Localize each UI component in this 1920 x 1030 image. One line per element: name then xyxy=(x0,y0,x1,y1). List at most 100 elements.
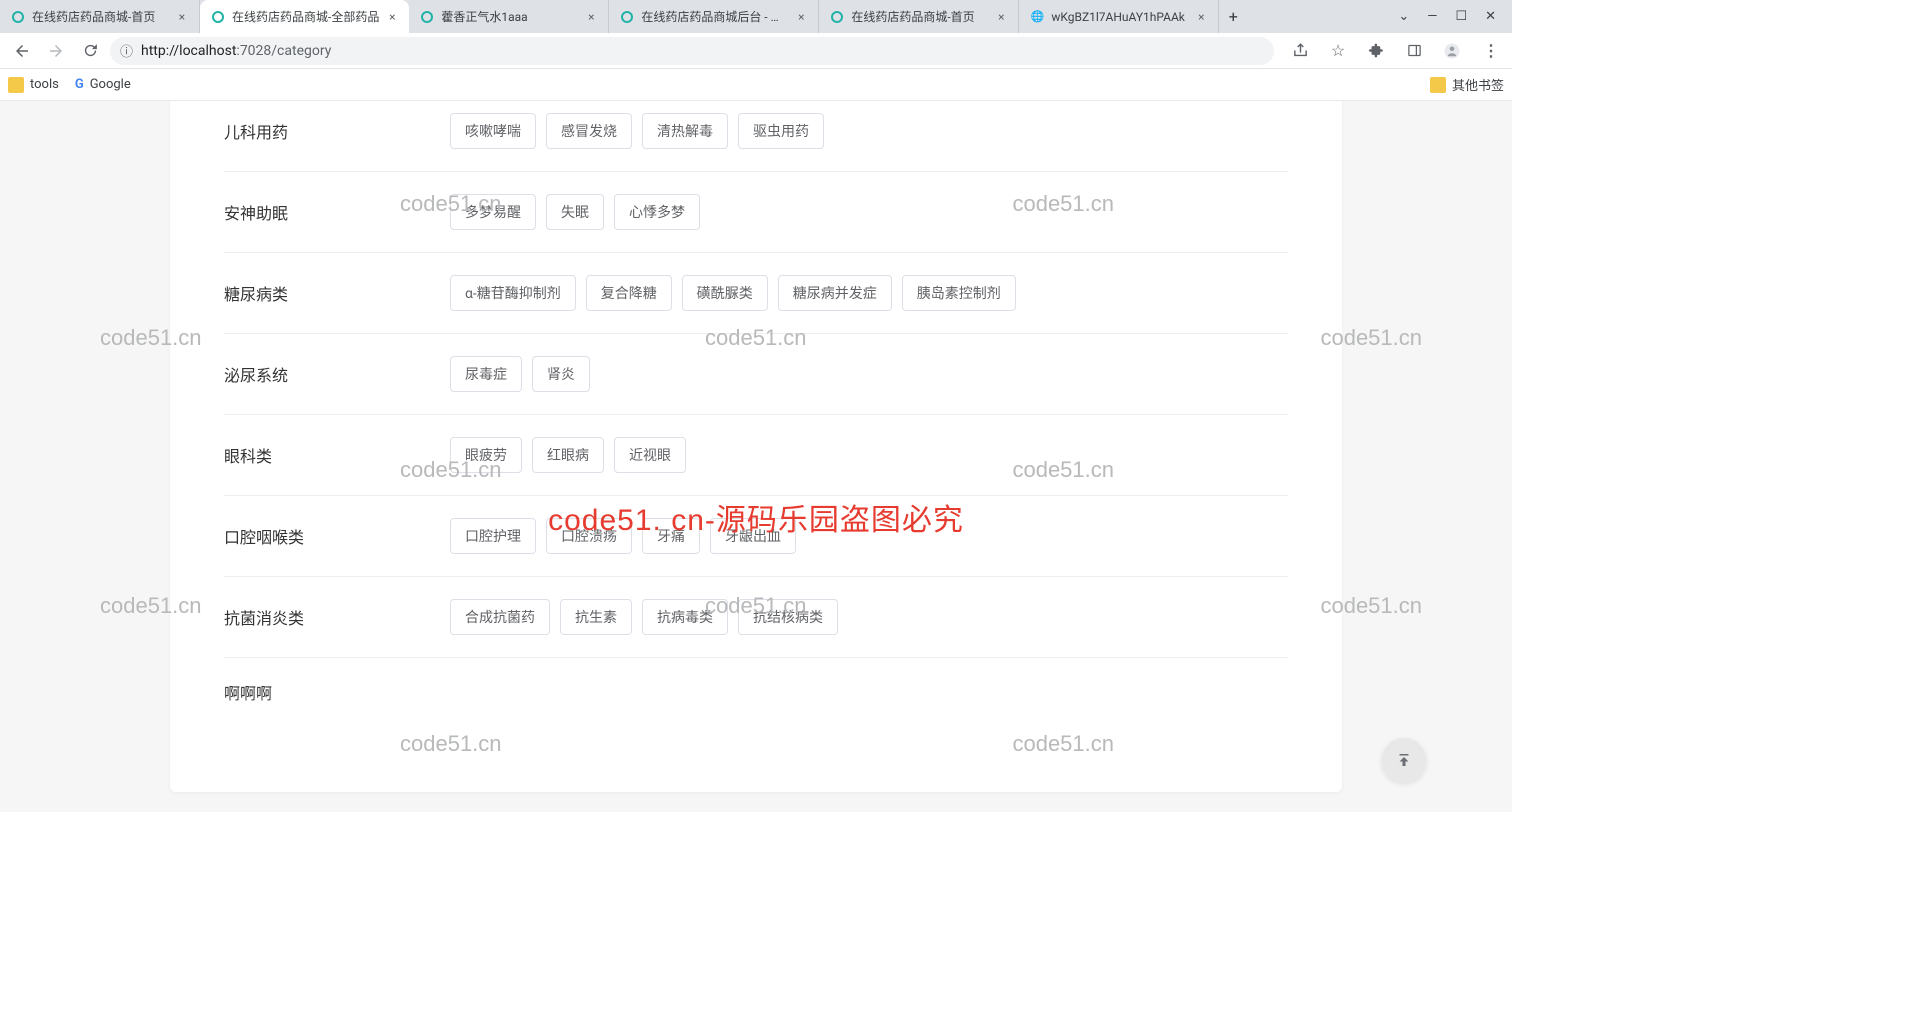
category-row: 眼科类 眼疲劳 红眼病 近视眼 xyxy=(224,415,1288,496)
bookmark-tools[interactable]: tools xyxy=(8,77,59,93)
category-label: 眼科类 xyxy=(224,443,450,467)
bookmark-google[interactable]: G Google xyxy=(75,77,131,92)
favicon-teal xyxy=(619,9,635,25)
category-label: 口腔咽喉类 xyxy=(224,524,450,548)
tab-1[interactable]: 在线药店药品商城-全部药品 × xyxy=(200,0,409,33)
back-to-top-button[interactable] xyxy=(1382,738,1426,782)
chip-group: 多梦易醒 失眠 心悸多梦 xyxy=(450,194,700,230)
close-icon[interactable]: × xyxy=(385,10,399,24)
category-chip[interactable]: 清热解毒 xyxy=(642,113,728,149)
tabs-row: 在线药店药品商城-首页 × 在线药店药品商城-全部药品 × 藿香正气水1aaa … xyxy=(0,0,1390,33)
tab-5[interactable]: 🌐 wKgBZ1l7AHuAY1hPAAk × xyxy=(1019,0,1219,33)
category-chip[interactable]: 红眼病 xyxy=(532,437,604,473)
tab-bar: 在线药店药品商城-首页 × 在线药店药品商城-全部药品 × 藿香正气水1aaa … xyxy=(0,0,1512,33)
category-chip[interactable]: 尿毒症 xyxy=(450,356,522,392)
page-viewport: 儿科用药 咳嗽哮喘 感冒发烧 清热解毒 驱虫用药 安神助眠 多梦易醒 失眠 心悸… xyxy=(0,101,1512,812)
category-chip[interactable]: 抗结核病类 xyxy=(738,599,838,635)
category-chip[interactable]: 糖尿病并发症 xyxy=(778,275,892,311)
category-card: 儿科用药 咳嗽哮喘 感冒发烧 清热解毒 驱虫用药 安神助眠 多梦易醒 失眠 心悸… xyxy=(170,101,1342,792)
profile-icon[interactable] xyxy=(1438,37,1466,65)
share-icon[interactable] xyxy=(1286,37,1314,65)
category-chip[interactable]: 牙龈出血 xyxy=(710,518,796,554)
bookmark-label: Google xyxy=(90,77,131,92)
minimize-button[interactable]: ― xyxy=(1427,9,1437,24)
category-label: 安神助眠 xyxy=(224,200,450,224)
category-chip[interactable]: 磺酰脲类 xyxy=(682,275,768,311)
category-chip[interactable]: α-糖苷酶抑制剂 xyxy=(450,275,576,311)
close-icon[interactable]: × xyxy=(794,10,808,24)
category-row: 抗菌消炎类 合成抗菌药 抗生素 抗病毒类 抗结核病类 xyxy=(224,577,1288,658)
chip-group: 口腔护理 口腔溃疡 牙痛 牙龈出血 xyxy=(450,518,796,554)
category-chip[interactable]: 口腔护理 xyxy=(450,518,536,554)
category-chip[interactable]: 多梦易醒 xyxy=(450,194,536,230)
star-icon[interactable]: ☆ xyxy=(1324,37,1352,65)
kebab-menu-icon[interactable]: ⋮ xyxy=(1476,37,1504,65)
category-chip[interactable]: 合成抗菌药 xyxy=(450,599,550,635)
category-chip[interactable]: 抗病毒类 xyxy=(642,599,728,635)
category-label: 啊啊啊 xyxy=(224,680,450,704)
chip-group: 咳嗽哮喘 感冒发烧 清热解毒 驱虫用药 xyxy=(450,113,824,149)
arrow-up-icon xyxy=(1395,751,1413,769)
category-row: 安神助眠 多梦易醒 失眠 心悸多梦 xyxy=(224,172,1288,253)
new-tab-button[interactable]: + xyxy=(1219,0,1247,33)
chip-group: 眼疲劳 红眼病 近视眼 xyxy=(450,437,686,473)
tab-title: 在线药店药品商城后台 - 药品 xyxy=(641,8,788,25)
tab-title: 在线药店药品商城-全部药品 xyxy=(232,8,379,25)
bookmark-other[interactable]: 其他书签 xyxy=(1430,75,1504,94)
chevron-down-icon[interactable]: ⌄ xyxy=(1398,9,1409,24)
category-chip[interactable]: 胰岛素控制剂 xyxy=(902,275,1016,311)
extensions-icon[interactable] xyxy=(1362,37,1390,65)
tab-0[interactable]: 在线药店药品商城-首页 × xyxy=(0,0,200,33)
folder-icon xyxy=(8,77,24,93)
category-chip[interactable]: 眼疲劳 xyxy=(450,437,522,473)
favicon-teal xyxy=(829,9,845,25)
category-chip[interactable]: 近视眼 xyxy=(614,437,686,473)
category-label: 泌尿系统 xyxy=(224,362,450,386)
omnibox[interactable]: ⓘ http://localhost:7028/category xyxy=(110,37,1274,65)
category-row: 啊啊啊 xyxy=(224,658,1288,726)
category-chip[interactable]: 复合降糖 xyxy=(586,275,672,311)
chip-group: 合成抗菌药 抗生素 抗病毒类 抗结核病类 xyxy=(450,599,838,635)
category-chip[interactable]: 牙痛 xyxy=(642,518,700,554)
category-row: 糖尿病类 α-糖苷酶抑制剂 复合降糖 磺酰脲类 糖尿病并发症 胰岛素控制剂 xyxy=(224,253,1288,334)
tab-2[interactable]: 藿香正气水1aaa × xyxy=(409,0,609,33)
category-chip[interactable]: 感冒发烧 xyxy=(546,113,632,149)
tab-4[interactable]: 在线药店药品商城-首页 × xyxy=(819,0,1019,33)
category-label: 儿科用药 xyxy=(224,119,450,143)
category-chip[interactable]: 驱虫用药 xyxy=(738,113,824,149)
maximize-button[interactable]: ☐ xyxy=(1455,9,1467,24)
bookmark-label: tools xyxy=(30,77,59,92)
category-chip[interactable]: 咳嗽哮喘 xyxy=(450,113,536,149)
close-icon[interactable]: × xyxy=(584,10,598,24)
tab-title: 藿香正气水1aaa xyxy=(441,8,578,25)
category-row: 口腔咽喉类 口腔护理 口腔溃疡 牙痛 牙龈出血 xyxy=(224,496,1288,577)
folder-icon xyxy=(1430,77,1446,93)
tab-title: 在线药店药品商城-首页 xyxy=(851,8,988,25)
favicon-teal xyxy=(210,9,226,25)
window-controls: ⌄ ― ☐ ✕ xyxy=(1390,0,1504,33)
back-button[interactable] xyxy=(8,37,36,65)
category-row: 儿科用药 咳嗽哮喘 感冒发烧 清热解毒 驱虫用药 xyxy=(224,101,1288,172)
forward-button[interactable] xyxy=(42,37,70,65)
site-info-icon[interactable]: ⓘ xyxy=(120,41,133,60)
reload-button[interactable] xyxy=(76,37,104,65)
category-label: 糖尿病类 xyxy=(224,281,450,305)
category-chip[interactable]: 心悸多梦 xyxy=(614,194,700,230)
tab-title: wKgBZ1l7AHuAY1hPAAk xyxy=(1051,10,1188,24)
close-icon[interactable]: × xyxy=(175,10,189,24)
close-icon[interactable]: × xyxy=(994,10,1008,24)
tab-3[interactable]: 在线药店药品商城后台 - 药品 × xyxy=(609,0,819,33)
favicon-teal xyxy=(10,9,26,25)
bookmark-label: 其他书签 xyxy=(1452,75,1504,94)
sidepanel-icon[interactable] xyxy=(1400,37,1428,65)
category-chip[interactable]: 抗生素 xyxy=(560,599,632,635)
category-chip[interactable]: 口腔溃疡 xyxy=(546,518,632,554)
close-window-button[interactable]: ✕ xyxy=(1485,9,1496,24)
bookmarks-bar: tools G Google 其他书签 xyxy=(0,69,1512,101)
close-icon[interactable]: × xyxy=(1194,10,1208,24)
favicon-teal xyxy=(419,9,435,25)
address-bar: ⓘ http://localhost:7028/category ☆ ⋮ xyxy=(0,33,1512,69)
category-chip[interactable]: 失眠 xyxy=(546,194,604,230)
tab-title: 在线药店药品商城-首页 xyxy=(32,8,169,25)
category-chip[interactable]: 肾炎 xyxy=(532,356,590,392)
